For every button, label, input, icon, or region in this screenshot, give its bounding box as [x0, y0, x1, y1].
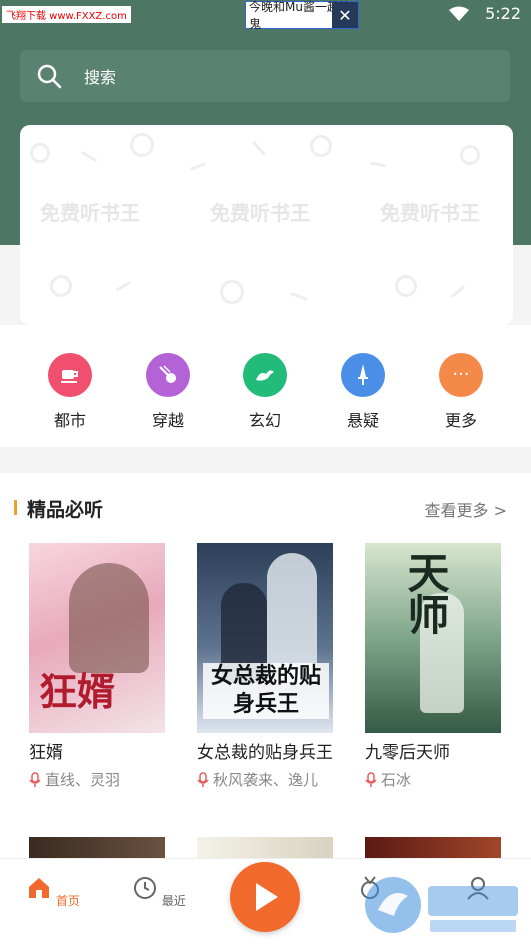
category-dushi[interactable]: 都市	[30, 353, 110, 431]
banner-decoration	[30, 143, 50, 163]
tab-label: 首页	[55, 894, 80, 908]
banner-text: 免费听书王	[210, 201, 310, 225]
tab-home[interactable]: 首页	[23, 875, 83, 909]
meteor-icon	[146, 353, 190, 397]
status-bar: 5:22	[449, 4, 521, 23]
banner-decoration	[50, 275, 72, 297]
book-card[interactable]: 天师 九零后天师 石冰	[365, 543, 501, 790]
book-author-row: 秋风袭来、逸儿	[197, 769, 333, 790]
see-more-link[interactable]: 查看更多 >	[425, 497, 508, 521]
search-bar[interactable]: 搜索	[20, 50, 510, 102]
microphone-icon	[365, 771, 377, 787]
category-label: 悬疑	[346, 411, 379, 430]
featured-section: 精品必听 查看更多 > 狂婿 狂婿 直线、灵羽 女总裁的贴身兵王 女总裁的贴身兵…	[0, 473, 531, 873]
banner-decoration	[115, 281, 131, 292]
close-icon[interactable]: ✕	[332, 2, 358, 28]
section-title: 精品必听	[27, 499, 104, 521]
book-cover[interactable]: 天师	[365, 543, 501, 733]
tab-label: 最近	[161, 894, 186, 908]
section-accent-bar	[14, 500, 17, 515]
book-author-row: 直线、灵羽	[29, 769, 165, 790]
book-card[interactable]: 狂婿 狂婿 直线、灵羽	[29, 543, 165, 790]
coffee-cup-icon	[48, 353, 92, 397]
tab-recent[interactable]: 最近	[129, 875, 189, 909]
banner-decoration	[460, 145, 480, 165]
promo-banner[interactable]: 免费听书王 免费听书王 免费听书王	[20, 125, 513, 325]
category-label: 更多	[444, 411, 477, 430]
banner-decoration	[130, 133, 154, 157]
category-label: 都市	[53, 411, 86, 430]
cover-title: 狂婿	[39, 670, 116, 714]
more-dots-icon: ···	[439, 353, 483, 397]
cover-figure	[69, 563, 149, 673]
fly-download-logo	[365, 877, 518, 933]
site-watermark: 飞翔下载 www.FXXZ.com	[2, 6, 131, 23]
dagger-icon	[341, 353, 385, 397]
book-cover-partial[interactable]	[365, 837, 501, 859]
banner-text: 免费听书王	[40, 201, 140, 225]
banner-decoration	[290, 292, 308, 301]
clock-icon	[134, 877, 157, 899]
category-row: 都市 穿越 玄幻 悬疑 ··· 更多	[0, 325, 531, 447]
microphone-icon	[29, 771, 41, 787]
section-header: 精品必听 查看更多 >	[0, 495, 531, 521]
search-icon	[37, 64, 62, 89]
notification-popup[interactable]: 今晚和Mu酱一起捣鬼 ✕	[245, 0, 359, 31]
category-more[interactable]: ··· 更多	[421, 353, 501, 431]
banner-decoration	[450, 285, 466, 298]
cover-title: 女总裁的贴身兵王	[203, 663, 329, 719]
play-button[interactable]	[230, 862, 300, 932]
banner-text: 免费听书王	[380, 201, 480, 225]
category-xuanhuan[interactable]: 玄幻	[225, 353, 305, 431]
banner-decoration	[80, 150, 98, 163]
book-cover-partial[interactable]	[197, 837, 333, 859]
book-title: 狂婿	[29, 743, 63, 763]
book-title: 女总裁的贴身兵王	[197, 743, 333, 763]
cover-title: 天师	[401, 551, 450, 635]
category-label: 玄幻	[248, 411, 281, 430]
book-cover[interactable]: 女总裁的贴身兵王	[197, 543, 333, 733]
banner-decoration	[310, 135, 332, 157]
category-label: 穿越	[151, 411, 184, 430]
banner-decoration	[189, 162, 207, 171]
banner-decoration	[395, 275, 417, 297]
banner-decoration	[220, 280, 244, 304]
banner-decoration	[252, 140, 266, 157]
search-label: 搜索	[84, 68, 117, 87]
home-icon	[29, 878, 50, 898]
status-time: 5:22	[485, 4, 521, 23]
wifi-icon	[449, 6, 470, 21]
dragon-icon	[243, 353, 287, 397]
book-author: 直线、灵羽	[45, 771, 121, 789]
category-xuanyi[interactable]: 悬疑	[323, 353, 403, 431]
microphone-icon	[197, 771, 209, 787]
book-card[interactable]: 女总裁的贴身兵王 女总裁的贴身兵王 秋风袭来、逸儿	[197, 543, 333, 790]
book-title: 九零后天师	[365, 743, 450, 763]
category-chuanyue[interactable]: 穿越	[128, 353, 208, 431]
play-icon	[256, 883, 278, 911]
book-cover[interactable]: 狂婿	[29, 543, 165, 733]
book-author-row: 石冰	[365, 769, 501, 790]
banner-decoration	[369, 161, 387, 168]
book-author: 石冰	[381, 771, 412, 789]
book-cover-partial[interactable]	[29, 837, 165, 859]
book-author: 秋风袭来、逸儿	[213, 771, 319, 789]
